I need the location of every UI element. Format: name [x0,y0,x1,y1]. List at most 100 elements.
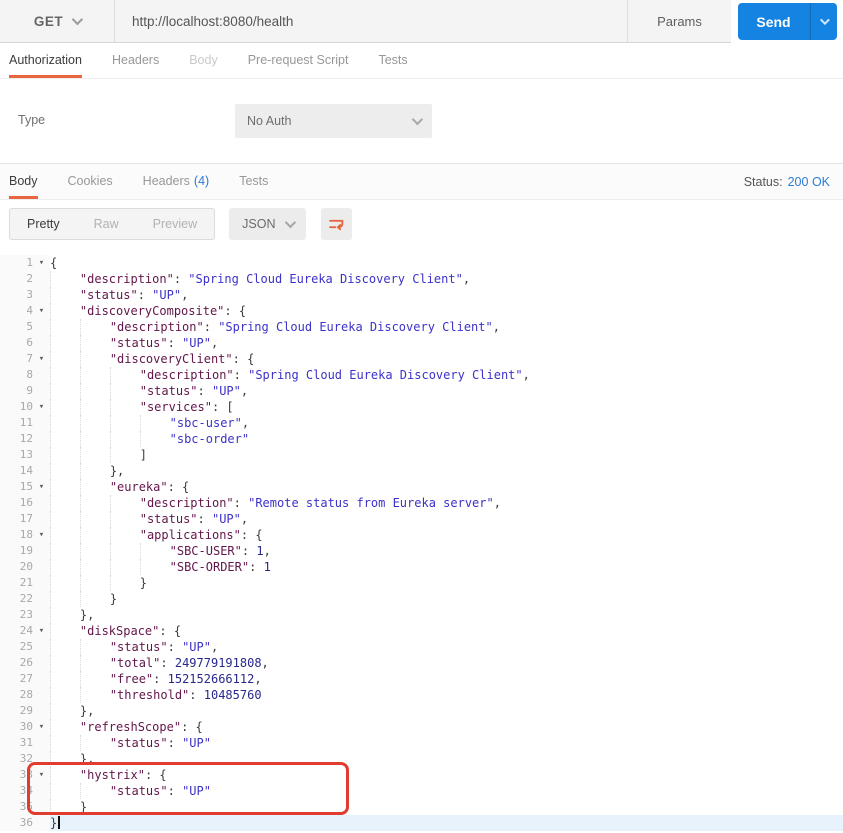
code-text: "status": "UP", [50,639,843,655]
fold-toggle-icon[interactable]: ▾ [33,351,50,367]
code-line: 26 "total": 249779191808, [0,655,843,671]
line-number: 33 [19,768,33,781]
line-number: 1 [26,256,33,269]
gutter: 15 ▾ [0,479,50,495]
line-number: 29 [19,704,33,717]
fold-toggle-icon[interactable]: ▾ [33,767,50,783]
gutter: 1 ▾ [0,255,50,271]
tab-pre-request-script[interactable]: Pre-request Script [248,43,349,78]
tab-body[interactable]: Body [189,43,218,78]
tab-authorization[interactable]: Authorization [9,43,82,78]
language-dropdown[interactable]: JSON [229,208,307,240]
code-text: "description": "Spring Cloud Eureka Disc… [50,319,843,335]
code-line: 31 "status": "UP" [0,735,843,751]
response-body-viewer[interactable]: 1 ▾{2 "description": "Spring Cloud Eureka… [0,248,843,833]
line-number: 16 [19,496,33,509]
gutter: 28 [0,687,50,703]
gutter: 3 [0,287,50,303]
response-status: Status: 200 OK [744,164,830,199]
code-line: 29 }, [0,703,843,719]
response-tab-body[interactable]: Body [9,164,38,199]
code-text: "diskSpace": { [50,623,843,639]
gutter: 16 [0,495,50,511]
code-text: } [50,591,843,607]
line-number: 2 [26,272,33,285]
gutter: 31 [0,735,50,751]
send-options-button[interactable] [809,3,837,40]
fold-toggle-icon[interactable]: ▾ [33,623,50,639]
gutter: 22 [0,591,50,607]
gutter: 7 ▾ [0,351,50,367]
line-number: 36 [19,816,33,829]
tab-tests[interactable]: Tests [378,43,407,78]
wrap-text-icon [329,219,344,230]
gutter: 8 [0,367,50,383]
code-line: 18 ▾ "applications": { [0,527,843,543]
send-button[interactable]: Send [737,3,837,40]
line-number: 7 [26,352,33,365]
line-number: 5 [26,320,33,333]
fold-toggle-icon[interactable]: ▾ [33,527,50,543]
code-text: }, [50,703,843,719]
code-text: "description": "Spring Cloud Eureka Disc… [50,367,843,383]
headers-count-badge: (4) [193,174,210,188]
code-line: 1 ▾{ [0,255,843,271]
mode-raw-button[interactable]: Raw [77,209,136,239]
line-number: 20 [19,560,33,573]
code-text: "description": "Spring Cloud Eureka Disc… [50,271,843,287]
send-button-label[interactable]: Send [738,3,810,40]
code-line: 16 "description": "Remote status from Eu… [0,495,843,511]
code-text: "status": "UP", [50,511,843,527]
fold-toggle-icon[interactable]: ▾ [33,479,50,495]
fold-toggle-icon[interactable]: ▾ [33,719,50,735]
code-line: 27 "free": 152152666112, [0,671,843,687]
chevron-down-icon [285,216,297,229]
code-text: "services": [ [50,399,843,415]
mode-preview-button[interactable]: Preview [136,209,214,239]
code-line: 24 ▾ "diskSpace": { [0,623,843,639]
code-line: 13 ] [0,447,843,463]
wrap-text-button[interactable] [321,208,353,240]
fold-toggle-icon[interactable]: ▾ [33,255,50,271]
line-number: 35 [19,800,33,813]
fold-toggle-icon[interactable]: ▾ [33,303,50,319]
code-text: "discoveryClient": { [50,351,843,367]
gutter: 27 [0,671,50,687]
status-value[interactable]: 200 OK [788,175,830,189]
code-text: "status": "UP", [50,383,843,399]
code-text: "SBC-USER": 1, [50,543,843,559]
params-button[interactable]: Params [627,0,731,42]
fold-toggle-icon[interactable]: ▾ [33,399,50,415]
view-mode-group: Pretty Raw Preview [9,208,216,240]
gutter: 6 [0,335,50,351]
line-number: 8 [26,368,33,381]
line-number: 10 [19,400,33,413]
method-dropdown[interactable]: GET [0,0,115,42]
mode-pretty-button[interactable]: Pretty [10,209,77,239]
url-input[interactable]: http://localhost:8080/health [115,0,627,42]
gutter: 12 [0,431,50,447]
auth-type-select[interactable]: No Auth [235,104,432,138]
tab-headers[interactable]: Headers [112,43,159,78]
code-text: "refreshScope": { [50,719,843,735]
language-value: JSON [242,217,276,231]
line-number: 17 [19,512,33,525]
gutter: 34 [0,783,50,799]
code-text: }, [50,751,843,767]
code-text: } [50,815,843,831]
response-tab-tests[interactable]: Tests [239,164,268,199]
code-line: 33 ▾ "hystrix": { [0,767,843,783]
code-line: 9 "status": "UP", [0,383,843,399]
code-line: 15 ▾ "eureka": { [0,479,843,495]
gutter: 5 [0,319,50,335]
response-tab-headers[interactable]: Headers (4) [143,164,210,199]
response-tab-cookies[interactable]: Cookies [68,164,113,199]
